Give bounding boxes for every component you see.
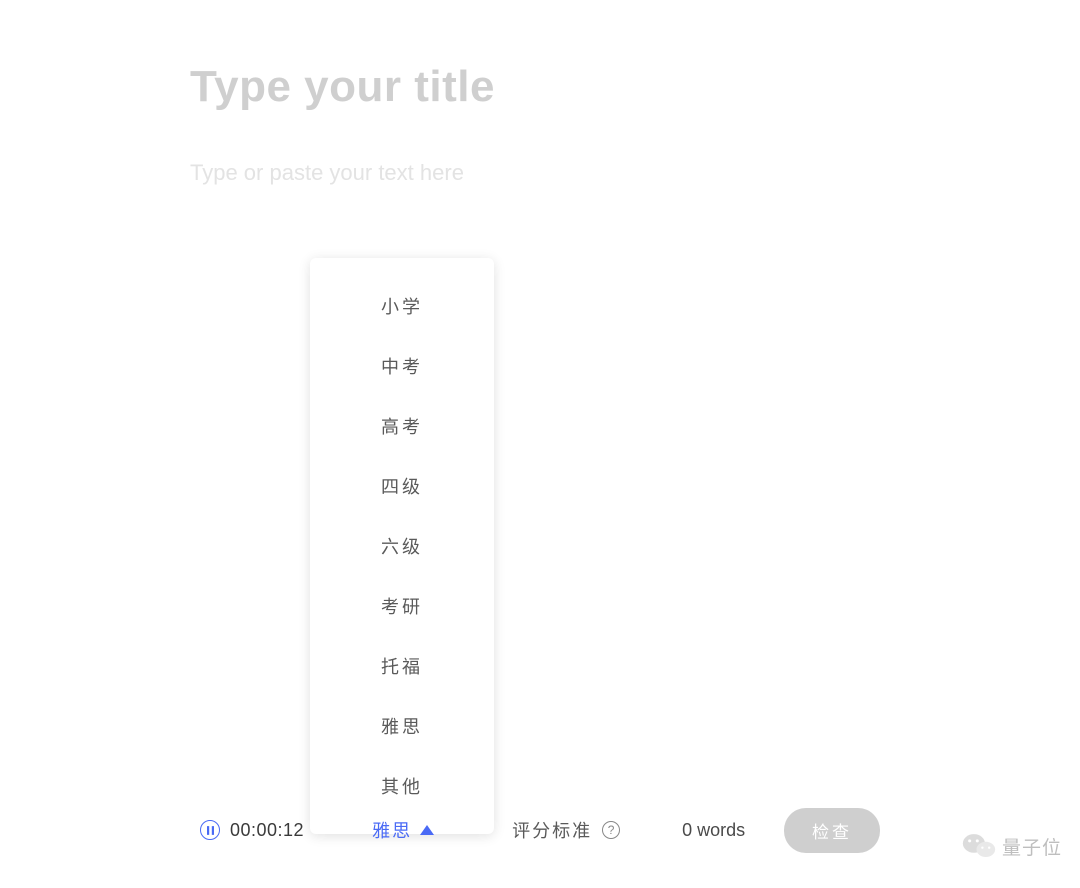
exam-selector[interactable]: 雅思 — [372, 817, 434, 843]
exam-dropdown-menu: 小学 中考 高考 四级 六级 考研 托福 雅思 其他 — [310, 258, 494, 834]
watermark: 量子位 — [962, 832, 1062, 860]
body-input[interactable]: Type or paste your text here — [190, 160, 890, 186]
grading-standard-link[interactable]: 评分标准 ? — [512, 817, 620, 843]
grading-label: 评分标准 — [512, 817, 592, 843]
dropdown-item-kaoyan[interactable]: 考研 — [310, 576, 494, 636]
dropdown-item-gaokao[interactable]: 高考 — [310, 396, 494, 456]
check-button[interactable]: 检查 — [784, 808, 880, 853]
dropdown-item-cet6[interactable]: 六级 — [310, 516, 494, 576]
watermark-text: 量子位 — [1002, 833, 1062, 860]
bottom-toolbar: 00:00:12 雅思 评分标准 ? 0 words 检查 — [0, 806, 1080, 854]
exam-selector-label: 雅思 — [372, 817, 412, 843]
timer-text: 00:00:12 — [230, 820, 304, 841]
chevron-up-icon — [420, 825, 434, 835]
word-count: 0 words — [682, 820, 745, 841]
pause-icon[interactable] — [200, 820, 220, 840]
editor-area: Type your title Type or paste your text … — [0, 0, 1080, 186]
timer-group: 00:00:12 — [200, 820, 304, 841]
dropdown-item-ielts[interactable]: 雅思 — [310, 696, 494, 756]
dropdown-item-cet4[interactable]: 四级 — [310, 456, 494, 516]
dropdown-item-toefl[interactable]: 托福 — [310, 636, 494, 696]
dropdown-item-zhongkao[interactable]: 中考 — [310, 336, 494, 396]
help-icon: ? — [602, 821, 620, 839]
title-input[interactable]: Type your title — [190, 62, 890, 112]
dropdown-item-primary[interactable]: 小学 — [310, 276, 494, 336]
wechat-icon — [962, 832, 996, 860]
